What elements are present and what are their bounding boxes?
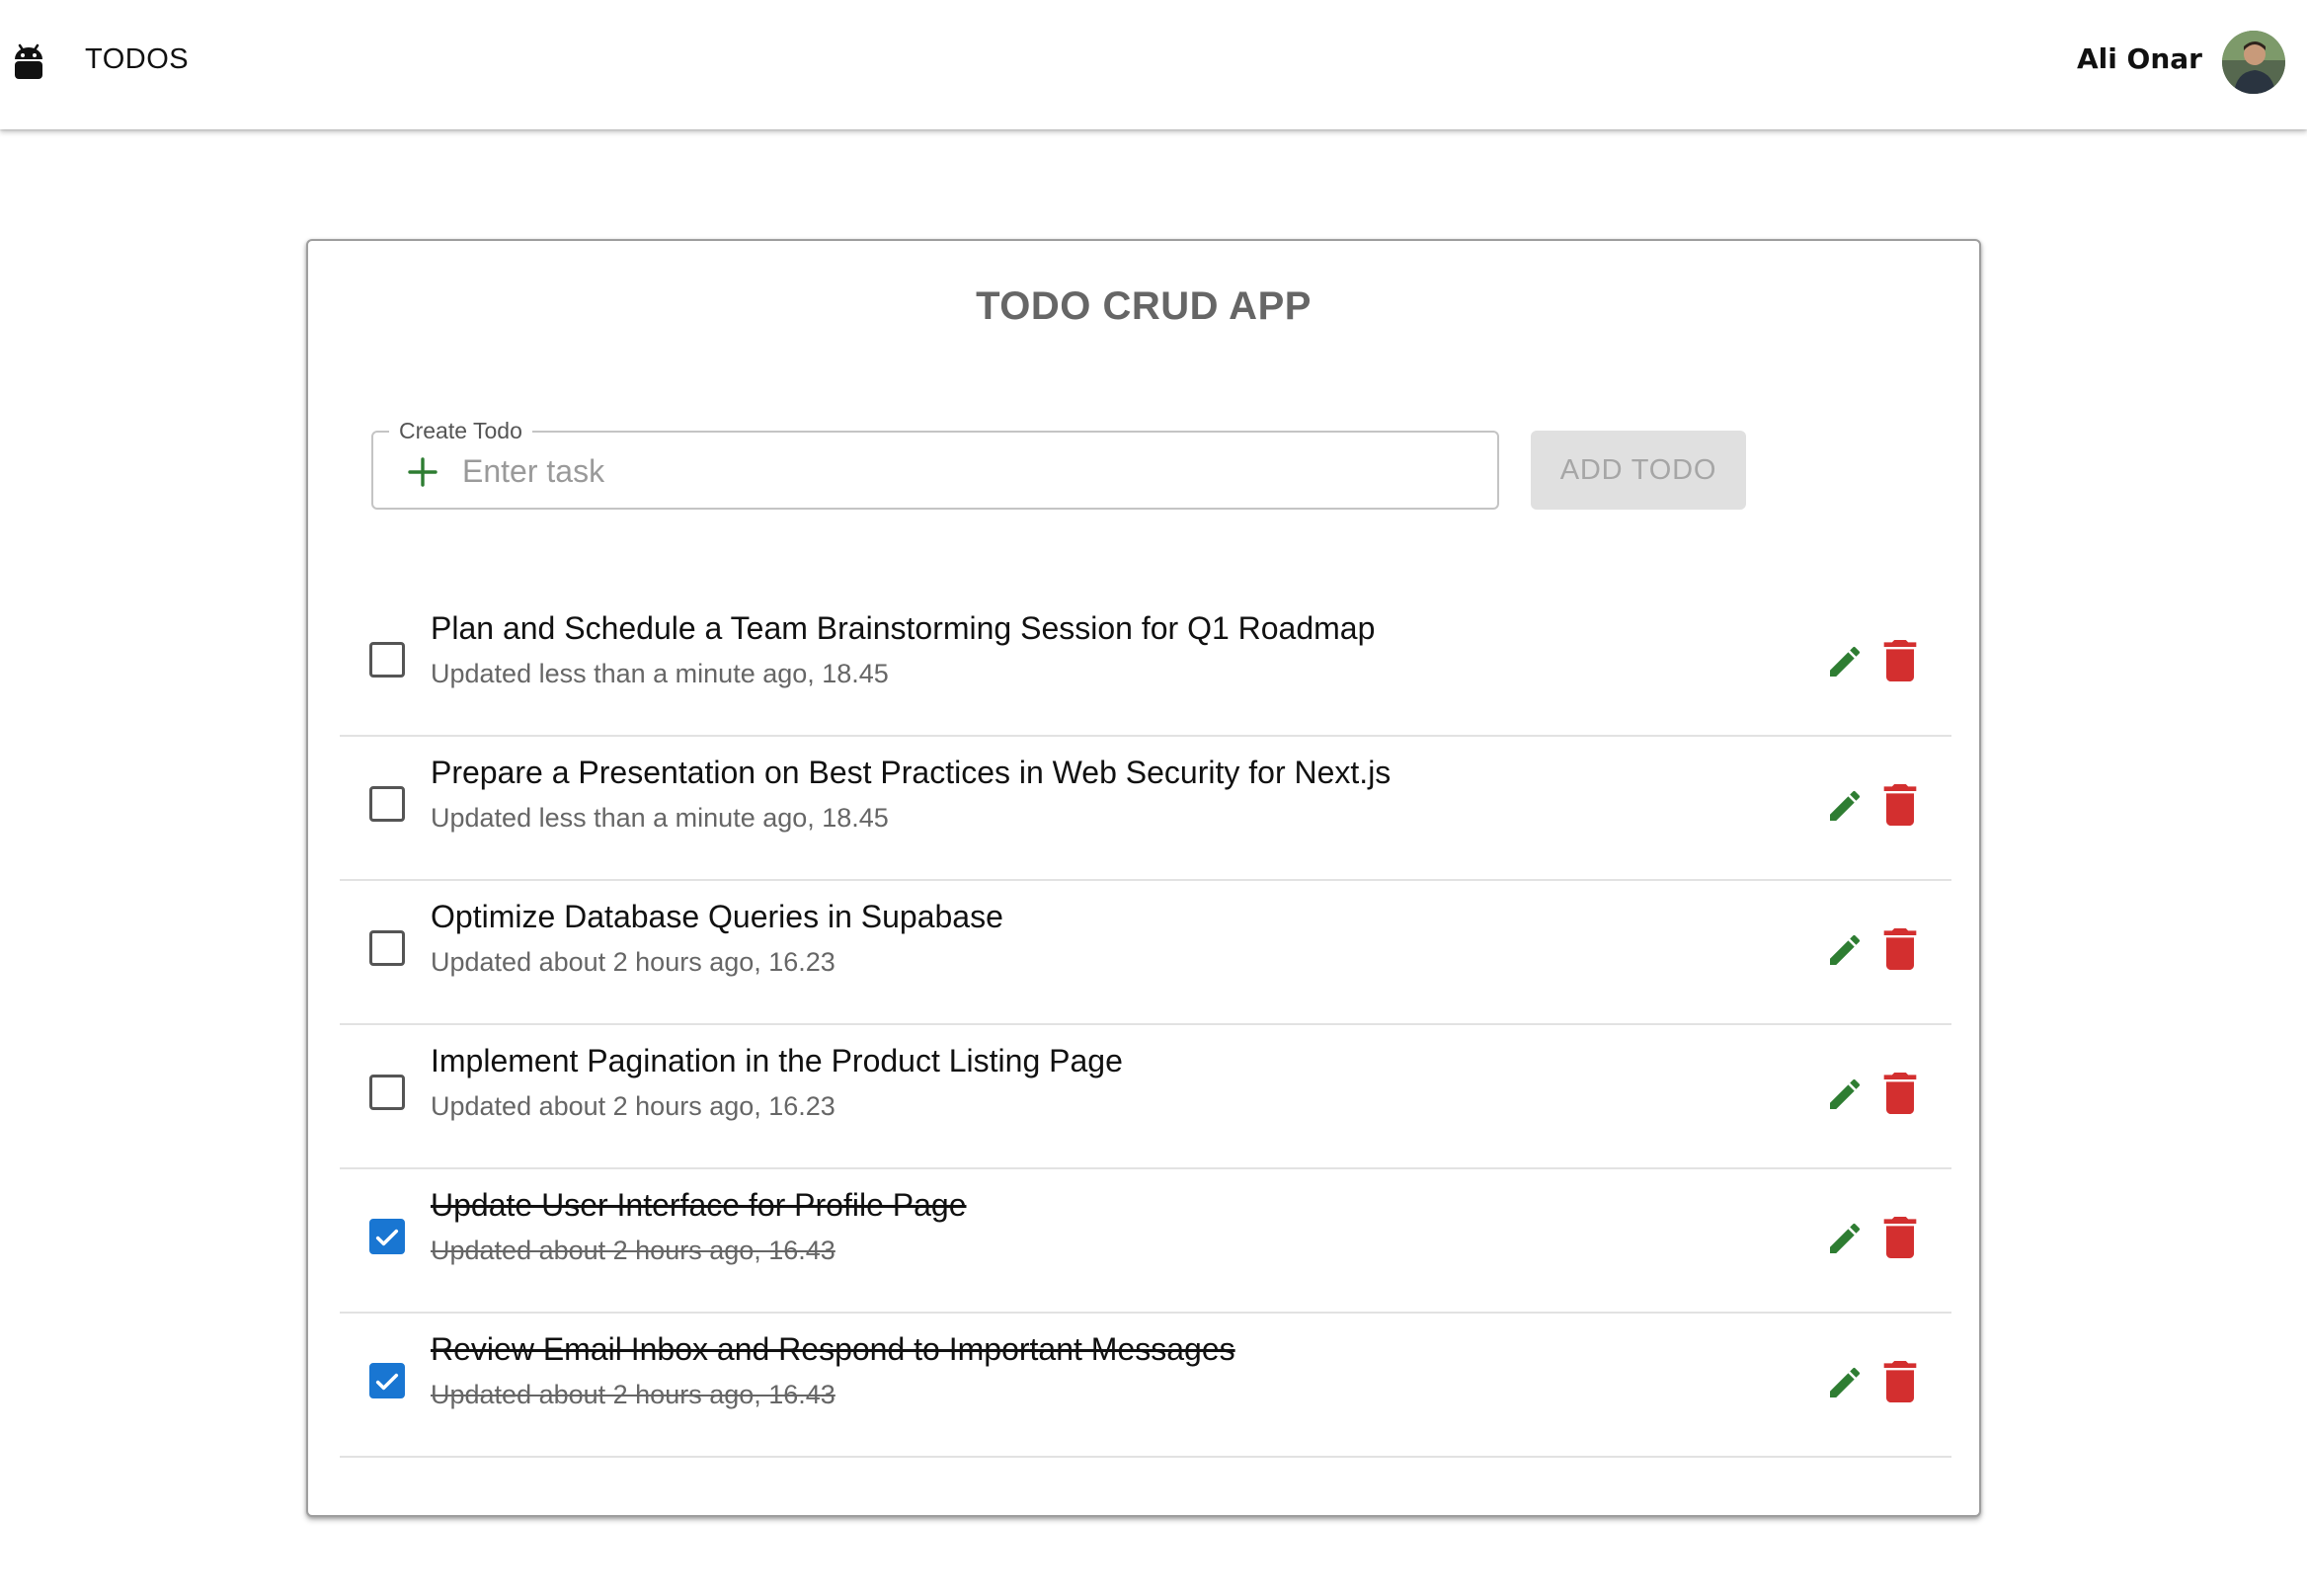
check-icon xyxy=(375,1373,399,1391)
todo-item: Update User Interface for Profile Page U… xyxy=(340,1169,1951,1314)
delete-button[interactable] xyxy=(1882,1073,1918,1114)
add-todo-button[interactable]: ADD TODO xyxy=(1531,431,1746,510)
android-icon[interactable] xyxy=(12,38,45,85)
todo-timestamp: Updated about 2 hours ago, 16.23 xyxy=(431,1091,835,1121)
delete-button[interactable] xyxy=(1882,640,1918,681)
check-icon xyxy=(375,1229,399,1246)
todo-timestamp: Updated about 2 hours ago, 16.43 xyxy=(431,1236,835,1265)
todo-checkbox[interactable] xyxy=(369,1219,405,1254)
edit-button[interactable] xyxy=(1825,930,1865,970)
todo-list: Plan and Schedule a Team Brainstorming S… xyxy=(340,593,1951,1458)
todo-checkbox[interactable] xyxy=(369,930,405,966)
todo-checkbox[interactable] xyxy=(369,786,405,822)
trash-icon xyxy=(1883,640,1917,681)
app-title: TODOS xyxy=(85,43,190,75)
delete-button[interactable] xyxy=(1882,784,1918,826)
todo-title: Optimize Database Queries in Supabase xyxy=(431,899,1003,934)
app-bar: TODOS Ali Onar xyxy=(0,0,2307,129)
plus-icon xyxy=(408,457,438,487)
pencil-icon xyxy=(1830,646,1861,677)
delete-button[interactable] xyxy=(1882,1361,1918,1402)
todo-item: Prepare a Presentation on Best Practices… xyxy=(340,737,1951,881)
todo-title: Plan and Schedule a Team Brainstorming S… xyxy=(431,610,1376,646)
delete-button[interactable] xyxy=(1882,1217,1918,1258)
todo-title: Review Email Inbox and Respond to Import… xyxy=(431,1331,1235,1367)
edit-button[interactable] xyxy=(1825,786,1865,826)
todo-item: Optimize Database Queries in Supabase Up… xyxy=(340,881,1951,1025)
trash-icon xyxy=(1883,784,1917,826)
trash-icon xyxy=(1883,928,1917,970)
user-photo xyxy=(2222,31,2285,94)
task-input[interactable] xyxy=(462,446,1470,496)
user-name: Ali Onar xyxy=(2076,42,2202,75)
todo-item: Review Email Inbox and Respond to Import… xyxy=(340,1314,1951,1458)
delete-button[interactable] xyxy=(1882,928,1918,970)
create-todo-field[interactable]: Create Todo xyxy=(371,417,1499,510)
todo-title: Update User Interface for Profile Page xyxy=(431,1187,967,1223)
pencil-icon xyxy=(1830,1078,1861,1109)
trash-icon xyxy=(1883,1073,1917,1114)
todo-timestamp: Updated less than a minute ago, 18.45 xyxy=(431,803,889,833)
todo-checkbox[interactable] xyxy=(369,1075,405,1110)
pencil-icon xyxy=(1830,1223,1861,1253)
todo-card: TODO CRUD APP Create Todo ADD TODO Plan … xyxy=(306,239,1981,1517)
edit-button[interactable] xyxy=(1825,642,1865,681)
todo-title: Implement Pagination in the Product List… xyxy=(431,1043,1123,1078)
card-title: TODO CRUD APP xyxy=(976,284,1312,328)
todo-item: Plan and Schedule a Team Brainstorming S… xyxy=(340,593,1951,737)
todo-timestamp: Updated about 2 hours ago, 16.43 xyxy=(431,1380,835,1409)
pencil-icon xyxy=(1830,1367,1861,1397)
create-todo-label: Create Todo xyxy=(389,417,532,444)
todo-checkbox[interactable] xyxy=(369,642,405,678)
edit-button[interactable] xyxy=(1825,1075,1865,1114)
todo-item: Implement Pagination in the Product List… xyxy=(340,1025,1951,1169)
edit-button[interactable] xyxy=(1825,1363,1865,1402)
pencil-icon xyxy=(1830,790,1861,821)
todo-checkbox[interactable] xyxy=(369,1363,405,1398)
edit-button[interactable] xyxy=(1825,1219,1865,1258)
todo-title: Prepare a Presentation on Best Practices… xyxy=(431,755,1392,790)
trash-icon xyxy=(1883,1361,1917,1402)
todo-timestamp: Updated about 2 hours ago, 16.23 xyxy=(431,947,835,977)
todo-timestamp: Updated less than a minute ago, 18.45 xyxy=(431,659,889,688)
pencil-icon xyxy=(1830,934,1861,965)
avatar[interactable] xyxy=(2222,31,2285,94)
trash-icon xyxy=(1883,1217,1917,1258)
